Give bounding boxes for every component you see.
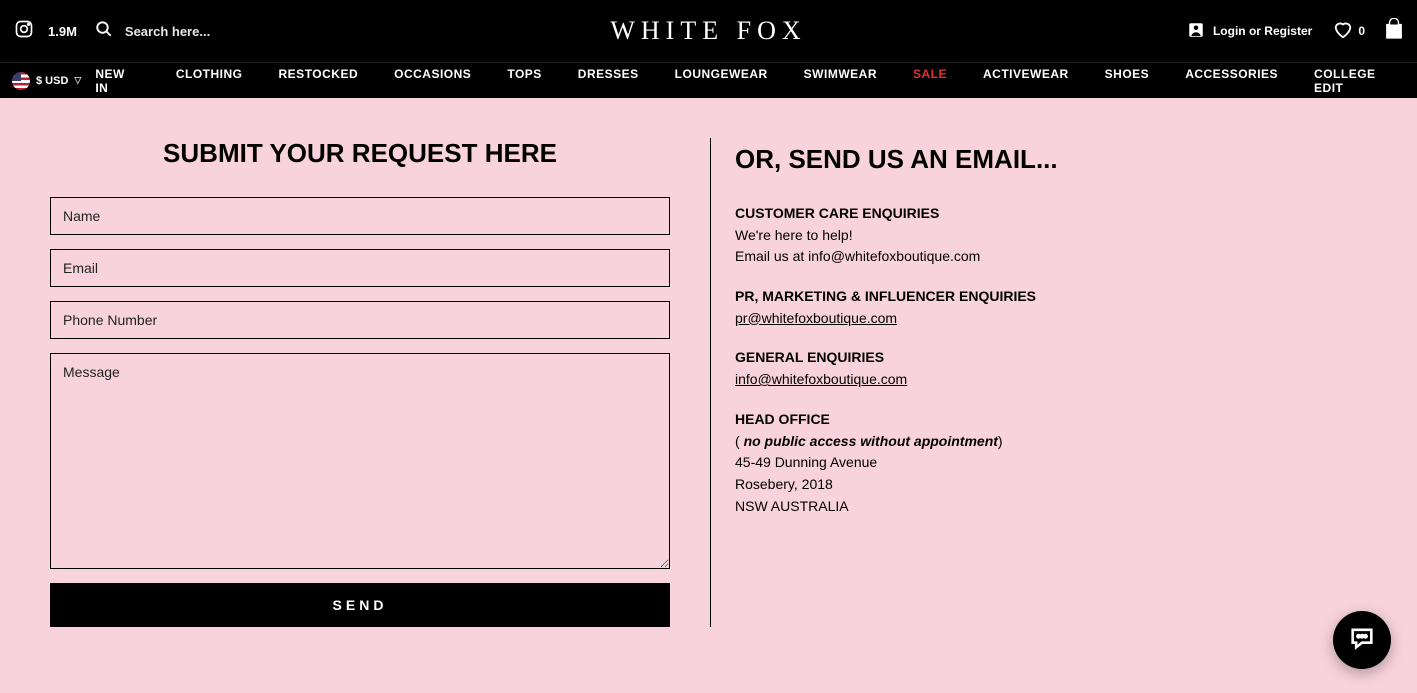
search-wrap	[95, 20, 325, 43]
customer-care-line2: Email us at info@whitefoxboutique.com	[735, 246, 1367, 268]
wishlist[interactable]: 0	[1332, 19, 1365, 44]
customer-care-block: CUSTOMER CARE ENQUIRIES We're here to he…	[735, 203, 1367, 268]
nav-bar: $ USD ▽ NEW IN CLOTHING RESTOCKED OCCASIONS…	[0, 62, 1417, 98]
head-office-addr2: Rosebery, 2018	[735, 474, 1367, 496]
wishlist-count: 0	[1358, 24, 1365, 38]
nav-item-sale[interactable]: SALE	[913, 67, 947, 95]
nav-item-accessories[interactable]: ACCESSORIES	[1185, 67, 1278, 95]
general-email-link[interactable]: info@whitefoxboutique.com	[735, 371, 907, 387]
head-office-addr3: NSW AUSTRALIA	[735, 496, 1367, 518]
user-icon	[1187, 21, 1205, 42]
message-field[interactable]	[50, 353, 670, 569]
currency-selector[interactable]: $ USD ▽	[12, 72, 81, 90]
customer-care-heading: CUSTOMER CARE ENQUIRIES	[735, 203, 1367, 225]
nav-item-activewear[interactable]: ACTIVEWEAR	[983, 67, 1069, 95]
phone-field[interactable]	[50, 301, 670, 339]
login-label: Login or Register	[1213, 24, 1312, 38]
pr-heading: PR, MARKETING & INFLUENCER ENQUIRIES	[735, 286, 1367, 308]
nav-item-tops[interactable]: TOPS	[507, 67, 541, 95]
heart-icon	[1332, 19, 1354, 44]
flag-icon	[12, 72, 30, 90]
nav-links: NEW IN CLOTHING RESTOCKED OCCASIONS TOPS DRES…	[95, 67, 1405, 95]
name-field[interactable]	[50, 197, 670, 235]
form-title: SUBMIT YOUR REQUEST HERE	[50, 138, 670, 169]
head-office-addr1: 45-49 Dunning Avenue	[735, 452, 1367, 474]
pr-block: PR, MARKETING & INFLUENCER ENQUIRIES pr@…	[735, 286, 1367, 329]
send-button[interactable]: SEND	[50, 583, 670, 627]
chat-icon	[1348, 624, 1376, 657]
email-field[interactable]	[50, 249, 670, 287]
email-info-column: OR, SEND US AN EMAIL... CUSTOMER CARE EN…	[710, 138, 1367, 627]
nav-item-clothing[interactable]: CLOTHING	[176, 67, 243, 95]
nav-item-new-in[interactable]: NEW IN	[95, 67, 140, 95]
chat-widget[interactable]	[1333, 611, 1391, 669]
customer-care-line1: We're here to help!	[735, 225, 1367, 247]
instagram-icon[interactable]	[14, 19, 34, 44]
login-link[interactable]: Login or Register	[1187, 21, 1312, 42]
main-content: SUBMIT YOUR REQUEST HERE SEND OR, SEND U…	[0, 98, 1417, 657]
topbar-right: Login or Register 0	[1187, 18, 1403, 45]
nav-item-shoes[interactable]: SHOES	[1105, 67, 1150, 95]
head-office-block: HEAD OFFICE ( no public access without a…	[735, 409, 1367, 517]
topbar-left: 1.9M	[14, 19, 325, 44]
email-title: OR, SEND US AN EMAIL...	[735, 144, 1367, 175]
nav-item-loungewear[interactable]: LOUNGEWEAR	[675, 67, 768, 95]
search-icon[interactable]	[95, 20, 113, 43]
site-logo[interactable]: WHITE FOX	[610, 16, 806, 46]
nav-item-college-edit[interactable]: COLLEGE EDIT	[1314, 67, 1405, 95]
chevron-down-icon: ▽	[74, 75, 81, 86]
nav-item-dresses[interactable]: DRESSES	[578, 67, 639, 95]
top-bar: 1.9M WHITE FOX Login or Register	[0, 0, 1417, 62]
head-office-heading: HEAD OFFICE	[735, 409, 1367, 431]
follower-count: 1.9M	[48, 24, 77, 39]
search-input[interactable]	[125, 24, 325, 39]
general-block: GENERAL ENQUIRIES info@whitefoxboutique.…	[735, 347, 1367, 390]
request-form-column: SUBMIT YOUR REQUEST HERE SEND	[50, 138, 710, 627]
nav-item-swimwear[interactable]: SWIMWEAR	[804, 67, 877, 95]
nav-item-restocked[interactable]: RESTOCKED	[279, 67, 359, 95]
general-heading: GENERAL ENQUIRIES	[735, 347, 1367, 369]
currency-label: $ USD	[36, 75, 68, 87]
head-office-note: ( no public access without appointment)	[735, 431, 1367, 453]
pr-email-link[interactable]: pr@whitefoxboutique.com	[735, 310, 897, 326]
nav-item-occasions[interactable]: OCCASIONS	[394, 67, 471, 95]
bag-icon[interactable]	[1385, 18, 1403, 45]
